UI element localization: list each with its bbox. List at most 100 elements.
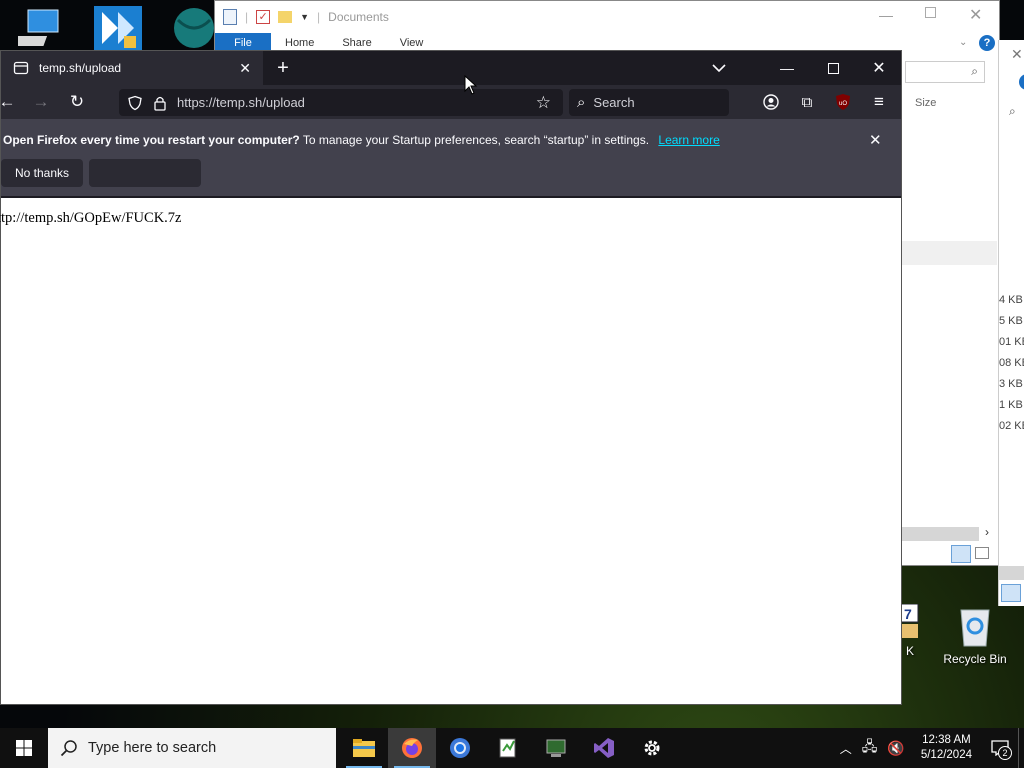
taskbar-search-box[interactable]: Type here to search [48, 728, 336, 768]
size-cell: 08 KB [999, 357, 1024, 369]
bookmark-star-icon[interactable]: ☆ [536, 93, 551, 113]
ribbon-expand-icon[interactable]: ⌄ [959, 37, 967, 48]
browser-tab[interactable]: temp.sh/upload ✕ [1, 51, 263, 85]
explorer2-help-icon[interactable] [1019, 74, 1024, 90]
size-cell: 3 KB [999, 378, 1023, 390]
reload-button[interactable]: ↻ [65, 89, 89, 115]
windows-logo-icon [16, 740, 32, 756]
scroll-right-icon[interactable]: › [985, 525, 989, 539]
explorer2-close-icon[interactable]: ✕ [1011, 46, 1023, 63]
minimize-button[interactable]: — [773, 55, 801, 81]
explorer-search-box[interactable]: ⌕ [905, 61, 985, 83]
network-icon[interactable]: 🖧 [862, 736, 878, 760]
clock-date: 5/12/2024 [920, 749, 972, 761]
taskbar-file-explorer[interactable] [340, 728, 388, 768]
extensions-icon[interactable]: ⧉ [795, 89, 819, 115]
firefox-tab-bar: temp.sh/upload ✕ + — ✕ [1, 51, 901, 85]
archive-icon: 7 [900, 604, 919, 638]
notification-message: Open Firefox every time you restart your… [3, 133, 720, 147]
size-cell: 4 KB [999, 294, 1023, 306]
quick-access-dropdown-icon[interactable]: ▼ [300, 12, 309, 22]
action-center-icon[interactable]: 2 [982, 728, 1018, 768]
firefox-nav-bar: ← → ↻ https://temp.sh/upload ☆ ⌕ Search … [0, 85, 901, 119]
clock[interactable]: 12:38 AM 5/12/2024 [921, 733, 972, 763]
learn-more-link[interactable]: Learn more [658, 133, 719, 147]
explorer-horizontal-scrollbar[interactable] [901, 527, 979, 541]
size-cell: 01 KB [999, 336, 1024, 348]
explorer-maximize-button[interactable] [925, 7, 936, 18]
taskbar-notepad-app[interactable] [484, 728, 532, 768]
url-bar[interactable]: https://temp.sh/upload ☆ [119, 89, 563, 116]
maximize-button[interactable] [819, 55, 847, 81]
explorer2-details-view-icon[interactable] [1001, 584, 1021, 602]
properties-icon[interactable] [223, 9, 237, 25]
large-icons-view-icon[interactable] [975, 547, 989, 559]
recycle-bin-desktop-icon[interactable]: Recycle Bin [940, 604, 1010, 666]
svg-text:uO: uO [839, 101, 847, 107]
volume-muted-icon[interactable]: 🔇 [887, 740, 904, 757]
size-column-header[interactable]: Size [915, 97, 936, 109]
app-desktop-icon[interactable] [94, 6, 142, 50]
account-icon[interactable] [759, 89, 783, 115]
computer-terminal-icon [546, 739, 566, 757]
chrome-icon [450, 738, 470, 758]
no-thanks-button[interactable]: No thanks [1, 159, 83, 187]
second-explorer-window: ✕ ⌕ 4 KB 5 KB 01 KB 08 KB 3 KB 1 KB 02 K… [998, 40, 1024, 606]
explorer2-search-icon[interactable]: ⌕ [1009, 104, 1016, 119]
size-cell: 02 KB [999, 420, 1024, 432]
clock-time: 12:38 AM [922, 734, 971, 746]
search-icon [60, 740, 77, 757]
help-icon[interactable]: ? [979, 35, 995, 51]
taskbar-firefox[interactable] [388, 728, 436, 768]
explorer2-scrollbar[interactable] [999, 566, 1024, 580]
page-content: ttp://temp.sh/GOpEw/FUCK.7z [0, 200, 901, 704]
file-explorer-icon [353, 739, 375, 757]
notepad-plus-icon [499, 738, 516, 758]
firefox-window: temp.sh/upload ✕ + — ✕ ← → ↻ https://tem… [0, 50, 902, 705]
tracking-protection-shield-icon[interactable] [127, 95, 143, 111]
explorer-file-list [901, 241, 997, 265]
taskbar: Type here to search ︿ 🖧 🔇 12:38 AM 5/12/… [0, 728, 1024, 768]
notification-body-text: To manage your Startup preferences, sear… [299, 133, 650, 147]
ublock-origin-icon[interactable]: uO [831, 89, 855, 115]
search-bar[interactable]: ⌕ Search [569, 89, 729, 116]
partial-icon-label: K [905, 644, 914, 658]
taskbar-chrome[interactable] [436, 728, 484, 768]
taskbar-terminal-app[interactable] [532, 728, 580, 768]
back-button[interactable]: ← [0, 89, 19, 115]
recycle-bin-label: Recycle Bin [943, 652, 1007, 666]
folder-icon[interactable] [278, 11, 293, 23]
details-view-icon[interactable] [951, 545, 971, 563]
close-window-button[interactable]: ✕ [865, 55, 893, 81]
partial-desktop-icon[interactable]: 7 K [900, 604, 920, 658]
forward-button[interactable]: → [29, 89, 53, 115]
list-all-tabs-icon[interactable] [707, 55, 731, 81]
tab-title: temp.sh/upload [39, 61, 122, 75]
show-desktop-button[interactable] [1018, 728, 1024, 768]
menu-hamburger-icon[interactable]: ≡ [867, 89, 891, 115]
lock-icon[interactable] [153, 95, 167, 111]
gear-icon [644, 740, 660, 756]
blank-action-button[interactable] [89, 159, 201, 187]
explorer-title: Documents [328, 10, 389, 24]
explorer-minimize-button[interactable]: — [879, 7, 893, 23]
checkmark-icon[interactable]: ✓ [256, 10, 271, 24]
mouse-cursor-icon [464, 75, 478, 95]
explorer-titlebar: | ✓ ▼ | Documents — ✕ [215, 1, 999, 33]
tab-close-icon[interactable]: ✕ [239, 60, 251, 77]
search-bar-placeholder: Search [593, 95, 635, 110]
this-pc-desktop-icon[interactable] [18, 6, 66, 50]
globe-desktop-icon[interactable] [170, 6, 218, 50]
explorer-close-button[interactable]: ✕ [969, 5, 982, 25]
notification-count-badge: 2 [998, 746, 1012, 760]
show-hidden-icons-chevron-icon[interactable]: ︿ [840, 740, 852, 757]
taskbar-visual-studio[interactable] [580, 728, 628, 768]
tab-page-icon [13, 61, 29, 75]
svg-text:7: 7 [904, 606, 912, 622]
taskbar-settings[interactable] [628, 728, 676, 768]
startup-notification-bar: Open Firefox every time you restart your… [1, 119, 901, 198]
notification-close-icon[interactable]: ✕ [869, 131, 882, 149]
globe-icon [174, 8, 214, 48]
new-tab-button[interactable]: + [271, 55, 295, 81]
start-button[interactable] [0, 728, 48, 768]
